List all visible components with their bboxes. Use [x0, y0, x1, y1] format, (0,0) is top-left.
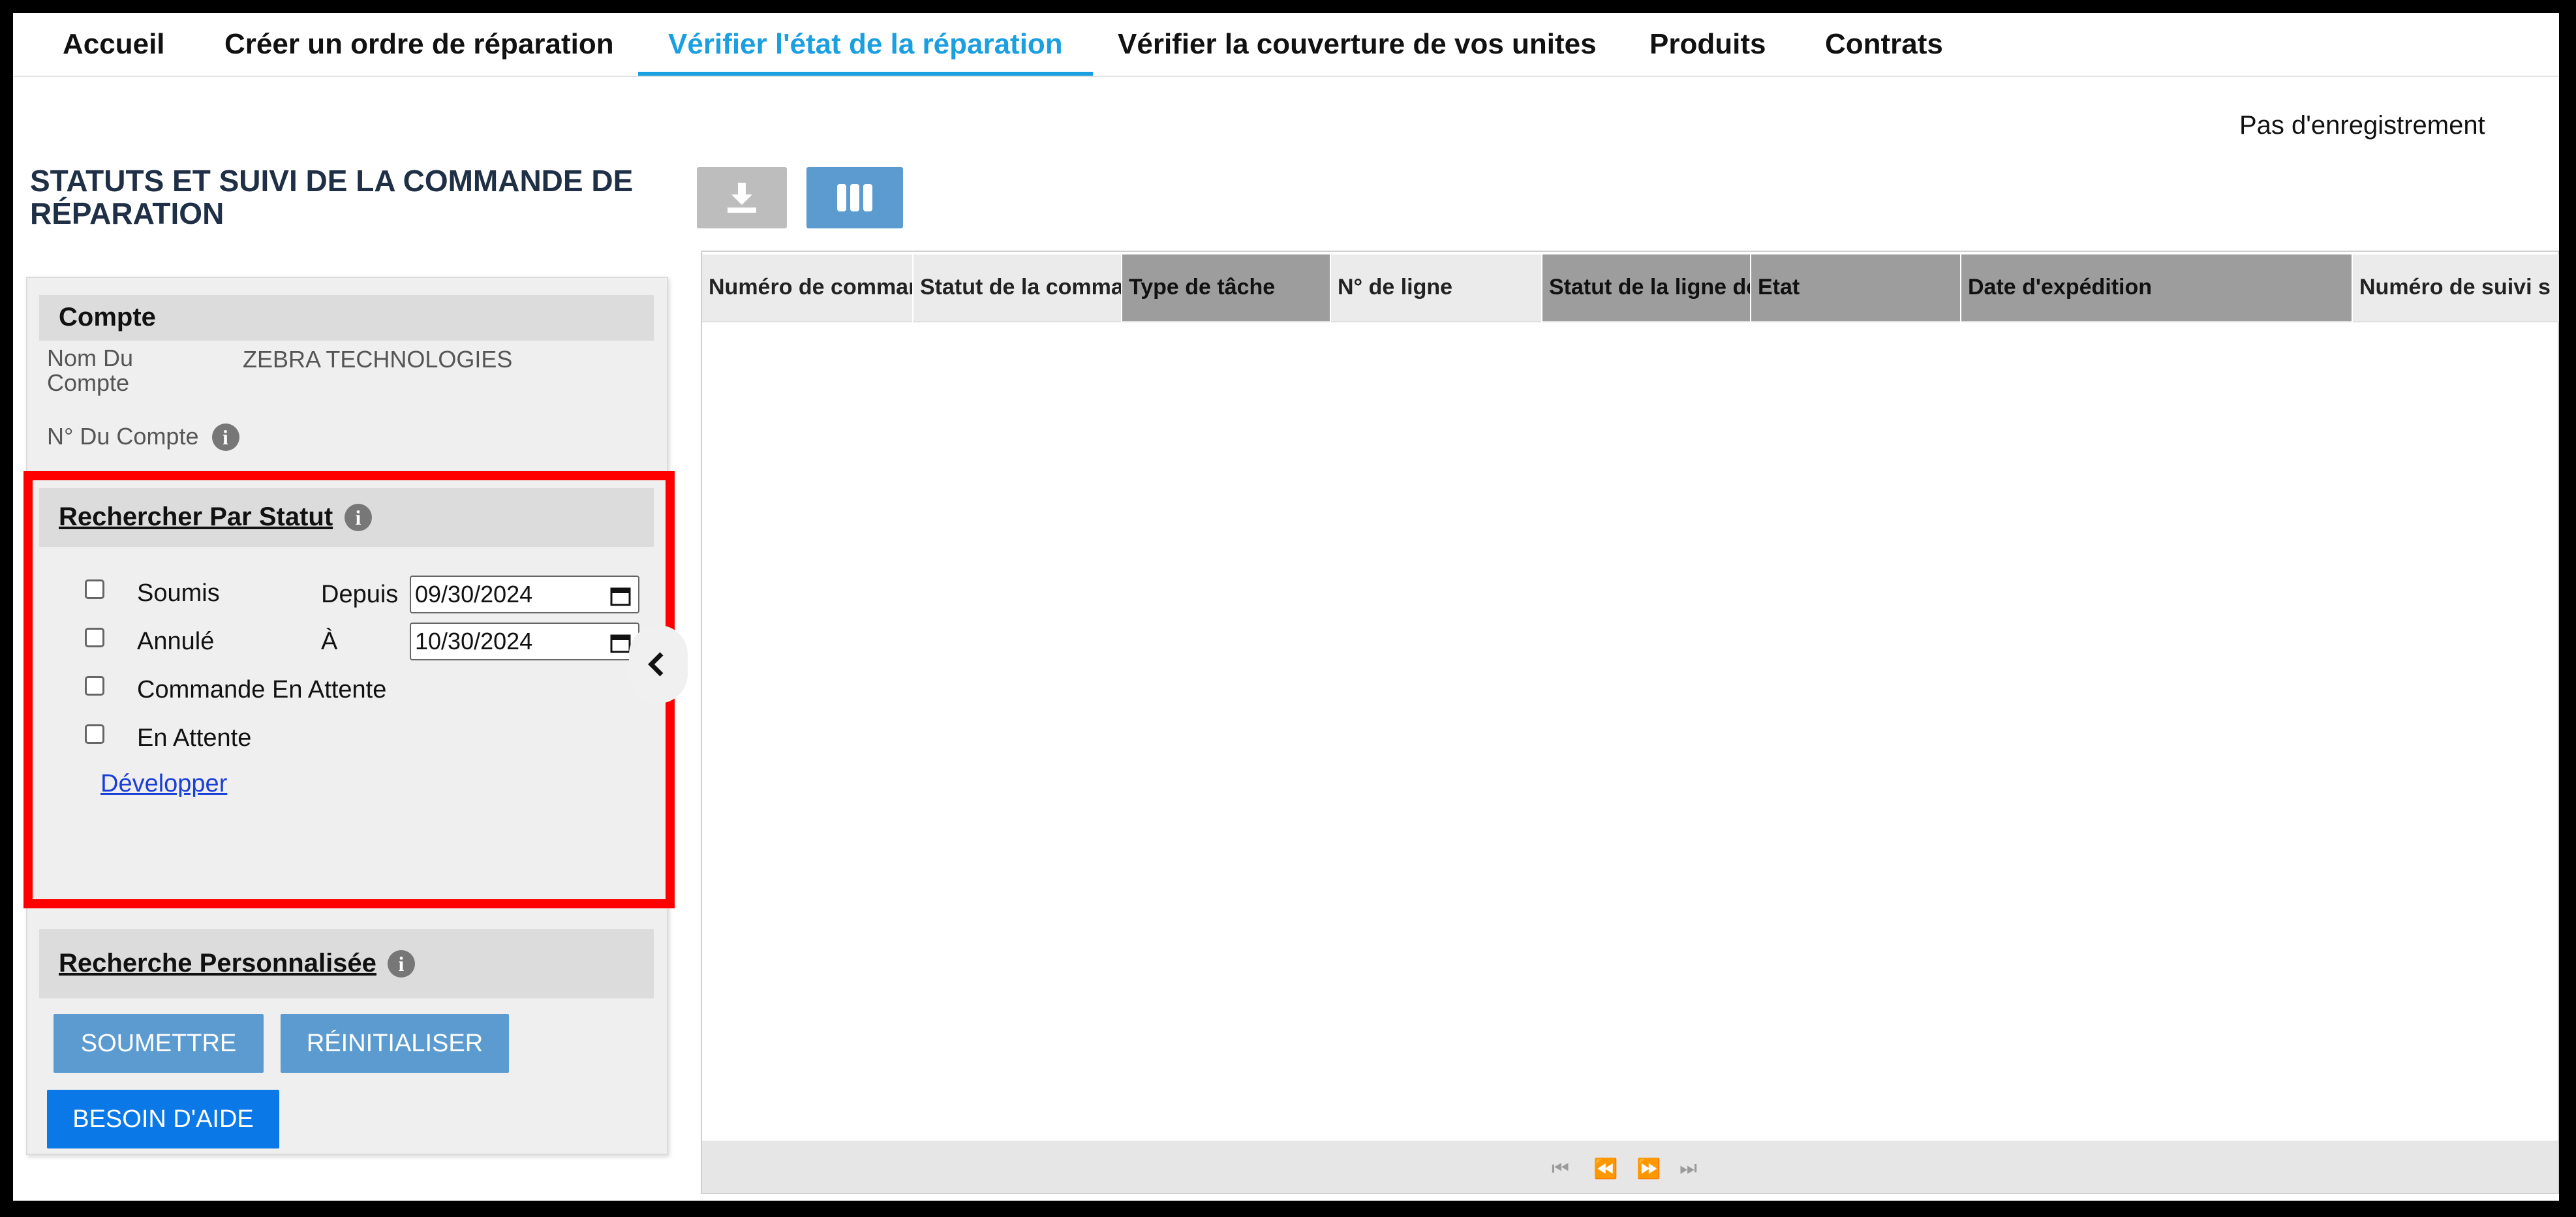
first-page-icon[interactable]: ⏮: [1552, 1158, 1569, 1180]
grid-pager: ⏮ ⏪ ⏩ ⏭: [702, 1141, 2558, 1193]
account-name-label: Nom Du Compte: [47, 345, 134, 396]
column-header-tracking-number[interactable]: Numéro de suivi s: [2353, 254, 2559, 322]
download-button[interactable]: [697, 167, 787, 228]
nav-item-create-repair[interactable]: Créer un ordre de réparation: [224, 26, 614, 76]
submit-button[interactable]: SOUMETTRE: [54, 1014, 264, 1073]
no-records-status: Pas d'enregistrement: [2239, 111, 2485, 140]
last-page-icon[interactable]: ⏭: [1679, 1158, 1697, 1180]
info-icon[interactable]: i: [211, 424, 239, 451]
reset-button[interactable]: RÉINITIALISER: [281, 1014, 509, 1073]
app-frame: Accueil Créer un ordre de réparation Vér…: [13, 13, 2559, 1201]
grid-header: Numéro de commande Statut de la commande…: [702, 252, 2559, 322]
next-page-icon[interactable]: ⏩: [1636, 1158, 1661, 1180]
columns-icon: [837, 184, 872, 211]
results-grid: Numéro de commande Statut de la commande…: [701, 251, 2559, 1194]
column-header-shipping-date[interactable]: Date d'expédition: [1961, 254, 2352, 322]
collapse-panel-button[interactable]: [629, 625, 688, 703]
column-header-line-number[interactable]: N° de ligne: [1331, 254, 1541, 322]
account-section-header: Compte: [39, 295, 654, 341]
prev-page-icon[interactable]: ⏪: [1593, 1158, 1618, 1180]
columns-button[interactable]: [806, 167, 903, 228]
account-number-label-text: N° Du Compte: [47, 423, 199, 450]
info-icon[interactable]: i: [388, 950, 415, 978]
column-header-order-number[interactable]: Numéro de commande: [702, 254, 912, 322]
account-heading: Compte: [59, 303, 156, 331]
custom-search-header[interactable]: Recherche Personnalisée i: [39, 929, 654, 998]
highlight-box: [23, 471, 675, 908]
custom-search-heading[interactable]: Recherche Personnalisée: [59, 949, 376, 978]
nav-item-check-coverage[interactable]: Vérifier la couverture de vos unites: [1118, 26, 1597, 76]
nav-item-contrats[interactable]: Contrats: [1825, 26, 1943, 76]
top-nav: Accueil Créer un ordre de réparation Vér…: [13, 13, 2559, 77]
column-header-line-status[interactable]: Statut de la ligne de commande: [1542, 254, 1750, 322]
account-number-label: N° Du Compte i: [47, 423, 239, 451]
nav-item-produits[interactable]: Produits: [1649, 26, 1766, 76]
chevron-left-icon: [648, 652, 664, 677]
page-title: STATUTS ET SUIVI DE LA COMMANDE DE RÉPAR…: [30, 164, 634, 230]
account-name-value: ZEBRA TECHNOLOGIES: [243, 346, 513, 373]
column-header-task-type[interactable]: Type de tâche: [1122, 254, 1330, 322]
help-button[interactable]: BESOIN D'AIDE: [47, 1090, 279, 1148]
nav-item-check-repair-status[interactable]: Vérifier l'état de la réparation: [638, 26, 1093, 76]
column-header-order-status[interactable]: Statut de la commande: [913, 254, 1121, 322]
column-header-etat[interactable]: Etat: [1751, 254, 1960, 322]
download-icon: [728, 183, 756, 213]
nav-item-accueil[interactable]: Accueil: [63, 26, 165, 76]
